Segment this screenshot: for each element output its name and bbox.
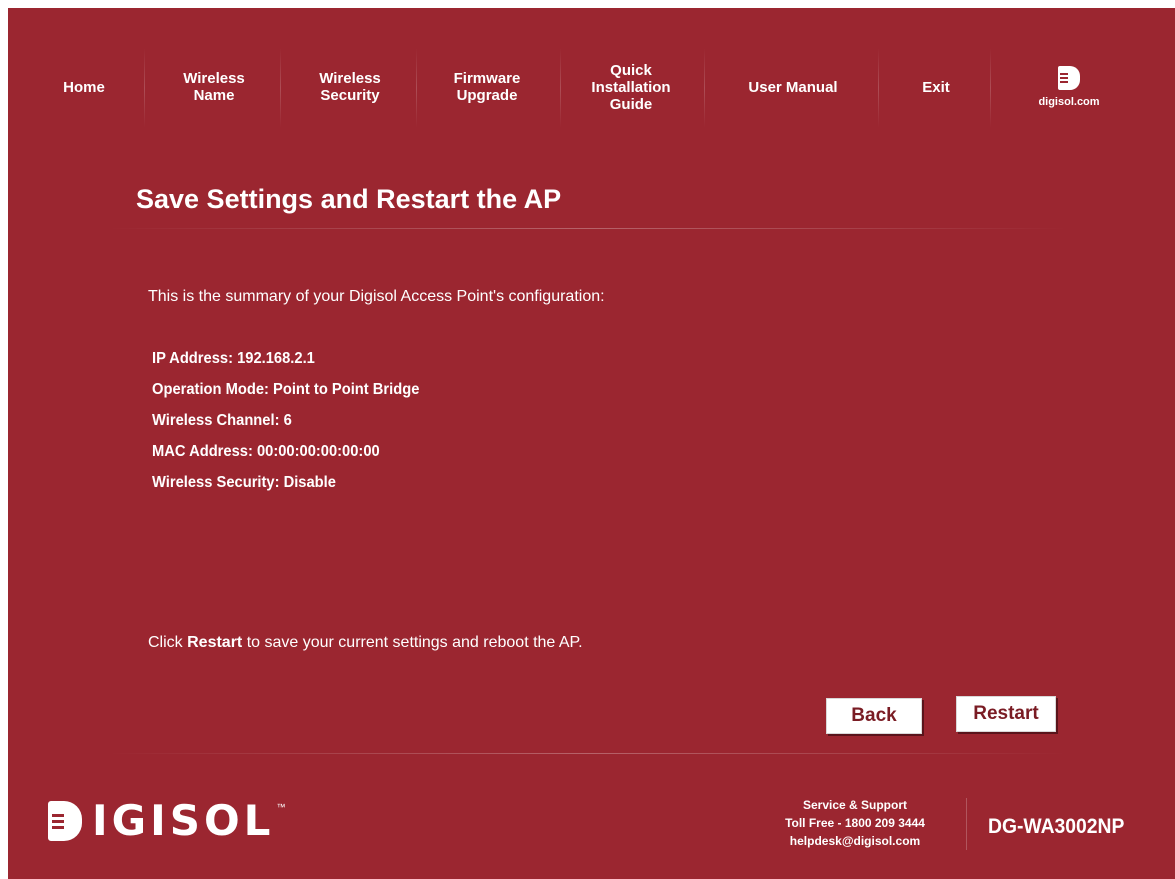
nav-label-line: Guide	[609, 95, 653, 113]
footer-divider	[108, 753, 1068, 754]
support-title: Service & Support	[802, 798, 908, 812]
support-email: helpdesk@digisol.com	[789, 834, 921, 848]
nav-user-manual[interactable]: User Manual	[708, 56, 878, 118]
top-nav: Home Wireless Name Wireless Security Fir…	[8, 48, 1175, 128]
instruction-text: Click	[148, 634, 188, 651]
nav-label-line: Quick	[610, 61, 652, 79]
instruction-text: to save your current settings and reboot…	[242, 634, 583, 651]
support-toll-free: Toll Free - 1800 209 3444	[785, 816, 925, 830]
page-title: Save Settings and Restart the AP	[136, 184, 562, 214]
nav-quick-installation-guide[interactable]: Quick Installation Guide	[564, 56, 698, 118]
restart-button[interactable]: Restart	[956, 696, 1056, 732]
brand-site-text: digisol.com	[1038, 96, 1100, 108]
nav-label-line: Security	[320, 87, 380, 104]
nav-exit-label: Exit	[922, 78, 950, 96]
summary-operation-mode: Operation Mode: Point to Point Bridge	[152, 381, 420, 398]
title-divider	[108, 228, 1068, 229]
digisol-home-link[interactable]: digisol.com	[1024, 56, 1114, 118]
nav-label-line: Wireless	[183, 70, 245, 87]
nav-label-line: Upgrade	[456, 87, 518, 104]
nav-wireless-name-label: Wireless Name	[183, 70, 245, 104]
nav-wireless-security-label: Wireless Security	[319, 70, 381, 104]
nav-separator	[878, 48, 879, 128]
digisol-footer-logo: IGISOL ™	[48, 798, 285, 844]
nav-label-line: Name	[193, 87, 235, 104]
summary-wireless-channel: Wireless Channel: 6	[152, 412, 292, 429]
nav-separator	[704, 48, 705, 128]
support-info: Service & Support Toll Free - 1800 209 3…	[760, 796, 950, 850]
nav-label-line: Wireless	[319, 70, 381, 87]
digisol-logo-icon	[1058, 66, 1080, 90]
nav-label-line: Installation	[591, 78, 671, 96]
summary-ip-address: IP Address: 192.168.2.1	[152, 350, 315, 367]
nav-wireless-security[interactable]: Wireless Security	[284, 56, 416, 118]
restart-button-label: Restart	[973, 703, 1039, 724]
nav-label-line: Firmware	[453, 70, 521, 87]
nav-quick-installation-guide-label: Quick Installation Guide	[591, 62, 670, 113]
nav-wireless-name[interactable]: Wireless Name	[148, 56, 280, 118]
instruction-emphasis: Restart	[187, 634, 243, 651]
nav-firmware-upgrade[interactable]: Firmware Upgrade	[420, 56, 554, 118]
config-summary: IP Address: 192.168.2.1 Operation Mode: …	[152, 343, 704, 498]
footer-separator	[966, 798, 967, 850]
trademark-mark: ™	[276, 802, 286, 812]
nav-separator	[560, 48, 561, 128]
main-frame: Home Wireless Name Wireless Security Fir…	[8, 8, 1175, 879]
nav-separator	[416, 48, 417, 128]
nav-separator	[144, 48, 145, 128]
nav-user-manual-label: User Manual	[748, 78, 838, 96]
back-button-label: Back	[851, 705, 897, 726]
model-number: DG-WA3002NP	[988, 815, 1125, 838]
nav-firmware-upgrade-label: Firmware Upgrade	[454, 70, 521, 104]
logo-wordmark: IGISOL	[92, 796, 275, 845]
summary-intro: This is the summary of your Digisol Acce…	[148, 288, 605, 305]
summary-wireless-security: Wireless Security: Disable	[152, 474, 336, 491]
back-button[interactable]: Back	[826, 698, 922, 734]
nav-separator	[280, 48, 281, 128]
nav-home[interactable]: Home	[24, 56, 144, 118]
summary-mac-address: MAC Address: 00:00:00:00:00:00	[152, 443, 380, 460]
nav-separator	[990, 48, 991, 128]
restart-instruction: Click Restart to save your current setti…	[148, 634, 583, 652]
digisol-d-icon	[48, 801, 82, 841]
nav-exit[interactable]: Exit	[882, 56, 990, 118]
nav-home-label: Home	[63, 78, 105, 96]
